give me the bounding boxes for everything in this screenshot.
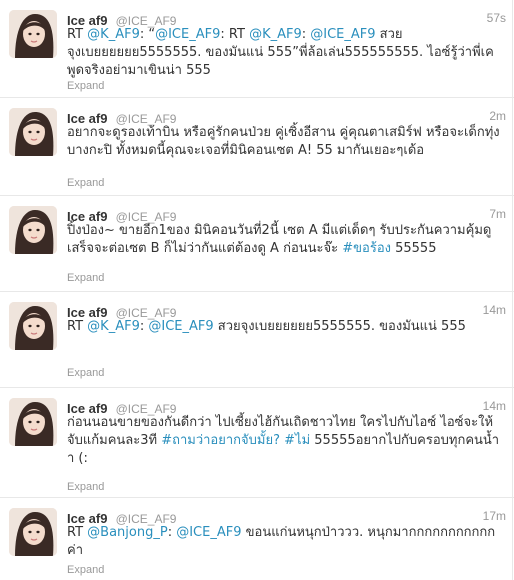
profile-photo <box>9 398 57 446</box>
mention-link[interactable]: @ICE_AF9 <box>155 27 220 42</box>
mention-link[interactable]: @Banjong_P <box>87 525 168 540</box>
tweet-item[interactable]: Ice af9 @ICE_AF9 17m RT @Banjong_P: @ICE… <box>0 498 514 580</box>
tweet-text-segment: : “ <box>139 27 156 42</box>
expand-link[interactable]: Expand <box>67 80 104 92</box>
timestamp[interactable]: 17m <box>483 509 506 523</box>
tweet-text: RT @Banjong_P: @ICE_AF9 ขอนแก่นหนุกป่าวว… <box>67 524 505 560</box>
avatar[interactable] <box>9 398 57 446</box>
tweet-text-segment: : RT <box>220 27 250 42</box>
expand-link[interactable]: Expand <box>67 564 104 576</box>
mention-link[interactable]: @ICE_AF9 <box>310 27 375 42</box>
mention-link[interactable]: @ICE_AF9 <box>176 525 241 540</box>
timeline-border <box>512 0 513 580</box>
tweet-item[interactable]: Ice af9 @ICE_AF9 57s RT @K_AF9: “@ICE_AF… <box>0 0 514 98</box>
tweet-text: RT @K_AF9: @ICE_AF9 สวยจุงเบยยยยยย555555… <box>67 318 505 336</box>
tweet-text-segment: RT <box>67 27 88 42</box>
mention-link[interactable]: @K_AF9 <box>249 27 302 42</box>
tweet-text: ปิ้งป่อง~ ขายอีก1ของ มินิคอนวันที่2นี้ เ… <box>67 222 505 258</box>
tweet-item[interactable]: Ice af9 @ICE_AF9 14m ก่อนนอนขายของกันดีก… <box>0 388 514 498</box>
hashtag-link[interactable]: #ขอร้อง <box>342 241 391 256</box>
avatar[interactable] <box>9 302 57 350</box>
tweet-text-segment: RT <box>67 319 88 334</box>
mention-link[interactable]: @K_AF9 <box>87 319 140 334</box>
expand-link[interactable]: Expand <box>67 177 104 189</box>
tweet-text: RT @K_AF9: “@ICE_AF9: RT @K_AF9: @ICE_AF… <box>67 26 505 80</box>
avatar[interactable] <box>9 508 57 556</box>
tweet-text: อยากจะดูรองเท้าบิน หรือคู่รักคนป่วย คู่เ… <box>67 124 505 160</box>
avatar[interactable] <box>9 108 57 156</box>
avatar[interactable] <box>9 10 57 58</box>
mention-link[interactable]: @K_AF9 <box>87 27 140 42</box>
tweet-text-segment: สวยจุงเบยยยยยย5555555. ของมันแน่ 555 <box>213 319 466 334</box>
tweet-text-segment: RT <box>67 525 88 540</box>
hashtag-link[interactable]: #ถามว่าอยากจับมั้ย? <box>161 433 280 448</box>
expand-link[interactable]: Expand <box>67 481 104 493</box>
tweet-item[interactable]: Ice af9 @ICE_AF9 2m อยากจะดูรองเท้าบิน ห… <box>0 98 514 196</box>
timestamp[interactable]: 14m <box>483 303 506 317</box>
timestamp[interactable]: 57s <box>487 11 506 25</box>
timeline: Ice af9 @ICE_AF9 57s RT @K_AF9: “@ICE_AF… <box>0 0 514 580</box>
timestamp[interactable]: 2m <box>489 109 506 123</box>
profile-photo <box>9 302 57 350</box>
timestamp[interactable]: 7m <box>489 207 506 221</box>
tweet-text-segment: : <box>167 525 177 540</box>
expand-link[interactable]: Expand <box>67 367 104 379</box>
tweet-text: ก่อนนอนขายของกันดีกว่า ไปเซี้ยงไฮ้กันเถิ… <box>67 414 505 468</box>
avatar[interactable] <box>9 206 57 254</box>
expand-link[interactable]: Expand <box>67 272 104 284</box>
mention-link[interactable]: @ICE_AF9 <box>148 319 213 334</box>
timestamp[interactable]: 14m <box>483 399 506 413</box>
tweet-text-segment: อยากจะดูรองเท้าบิน หรือคู่รักคนป่วย คู่เ… <box>67 125 500 158</box>
tweet-text-segment: : <box>301 27 311 42</box>
tweet-item[interactable]: Ice af9 @ICE_AF9 7m ปิ้งป่อง~ ขายอีก1ของ… <box>0 196 514 292</box>
tweet-text-segment: 55555 <box>390 241 437 256</box>
hashtag-link[interactable]: #ไม่ <box>284 433 310 448</box>
profile-photo <box>9 508 57 556</box>
profile-photo <box>9 10 57 58</box>
profile-photo <box>9 206 57 254</box>
profile-photo <box>9 108 57 156</box>
tweet-item[interactable]: Ice af9 @ICE_AF9 14m RT @K_AF9: @ICE_AF9… <box>0 292 514 388</box>
